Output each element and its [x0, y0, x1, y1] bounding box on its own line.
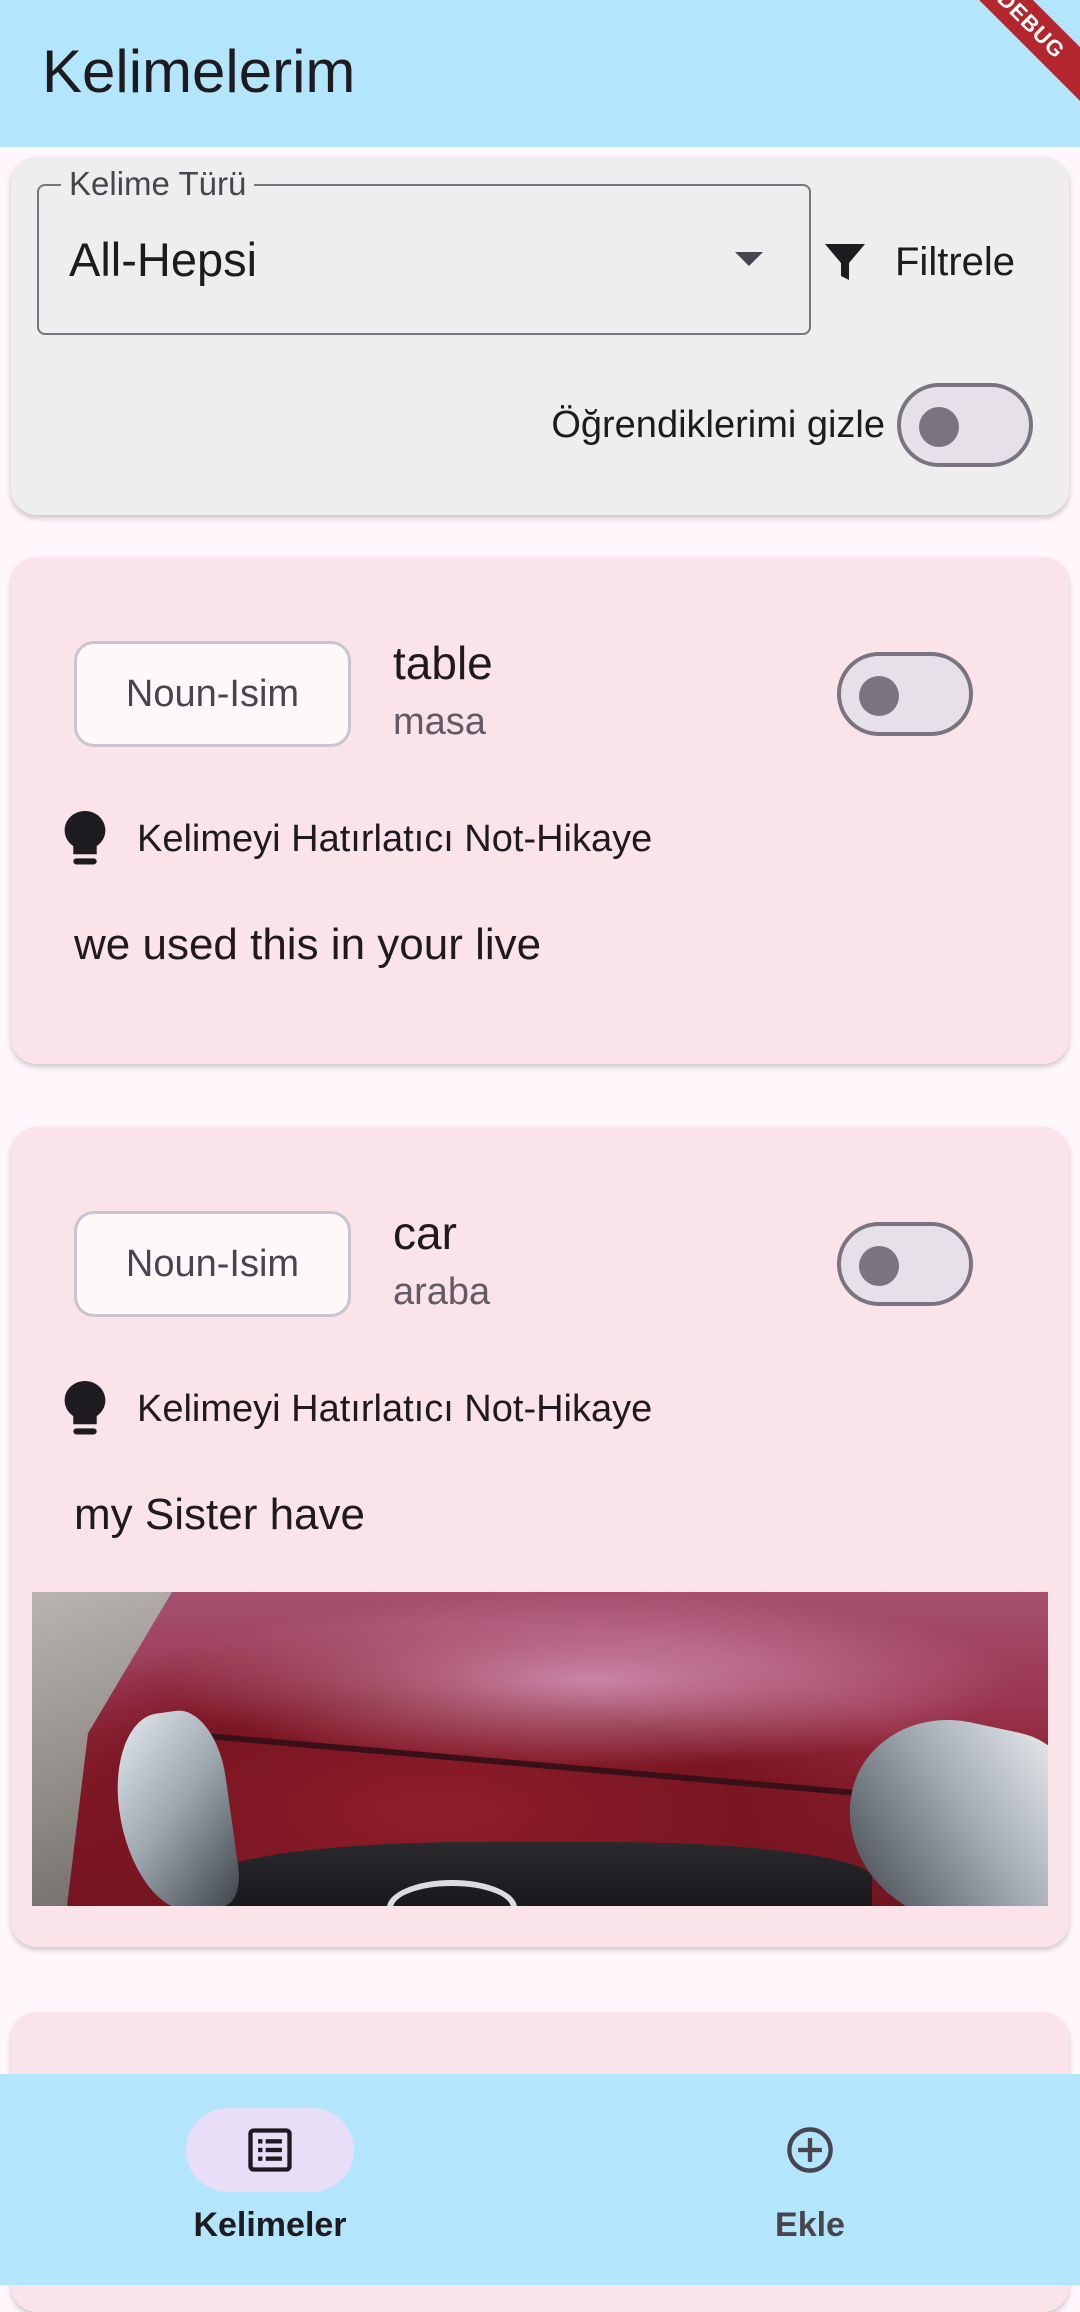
hide-learned-row: Öğrendiklerimi gizle [551, 383, 1033, 467]
word-type-dropdown[interactable]: Kelime Türü All-Hepsi [37, 162, 811, 335]
switch-knob [919, 407, 959, 447]
lightbulb-icon [64, 811, 106, 865]
word-type-dropdown-label: Kelime Türü [61, 162, 255, 206]
nav-item-ekle[interactable]: Ekle [630, 2108, 990, 2245]
word-type-chip[interactable]: Noun-Isim [74, 1211, 351, 1317]
word-text: table [393, 637, 493, 689]
word-type-selected-value: All-Hepsi [69, 233, 258, 286]
note-header: Kelimeyi Hatırlatıcı Not-Hikaye [63, 811, 652, 867]
note-story-text: we used this in your live [74, 920, 542, 969]
bottom-navigation: Kelimeler Ekle [0, 2074, 1080, 2285]
filter-funnel-icon [825, 244, 865, 280]
learned-switch[interactable] [837, 1222, 973, 1306]
nav-item-label: Ekle [775, 2206, 845, 2244]
word-card[interactable]: Noun-Isim car araba Kelimeyi Hatırlatıcı… [11, 1127, 1069, 1947]
word-meaning: masa [393, 701, 486, 743]
nav-item-label: Kelimeler [193, 2206, 347, 2244]
word-text: car [393, 1207, 457, 1259]
nav-active-indicator [186, 2108, 354, 2192]
nav-item-kelimeler[interactable]: Kelimeler [90, 2108, 450, 2245]
app-bar: Kelimelerim DEBUG [0, 0, 1080, 147]
note-story-text: my Sister have [74, 1490, 365, 1539]
add-circle-outline-icon [787, 2127, 833, 2173]
debug-banner: DEBUG [943, 0, 1080, 113]
filter-button[interactable]: Filtrele [821, 227, 1015, 297]
learned-switch[interactable] [837, 652, 973, 736]
filter-card: Kelime Türü All-Hepsi Filtrele Öğrendikl… [11, 157, 1069, 515]
note-label: Kelimeyi Hatırlatıcı Not-Hikaye [137, 817, 653, 860]
lightbulb-icon [64, 1381, 106, 1435]
hide-learned-label: Öğrendiklerimi gizle [551, 403, 885, 446]
word-meaning: araba [393, 1271, 491, 1313]
word-image [32, 1592, 1048, 1906]
hide-learned-switch[interactable] [897, 383, 1033, 467]
note-label: Kelimeyi Hatırlatıcı Not-Hikaye [137, 1387, 653, 1430]
dropdown-arrow-icon [735, 252, 763, 266]
note-header: Kelimeyi Hatırlatıcı Not-Hikaye [63, 1381, 652, 1437]
word-type-chip[interactable]: Noun-Isim [74, 641, 351, 747]
list-alt-icon [248, 2128, 292, 2172]
filter-button-label: Filtrele [895, 239, 1016, 284]
switch-knob [859, 1246, 899, 1286]
switch-knob [859, 676, 899, 716]
word-card[interactable]: Noun-Isim table masa Kelimeyi Hatırlatıc… [11, 557, 1069, 1064]
page-title: Kelimelerim [42, 38, 356, 105]
